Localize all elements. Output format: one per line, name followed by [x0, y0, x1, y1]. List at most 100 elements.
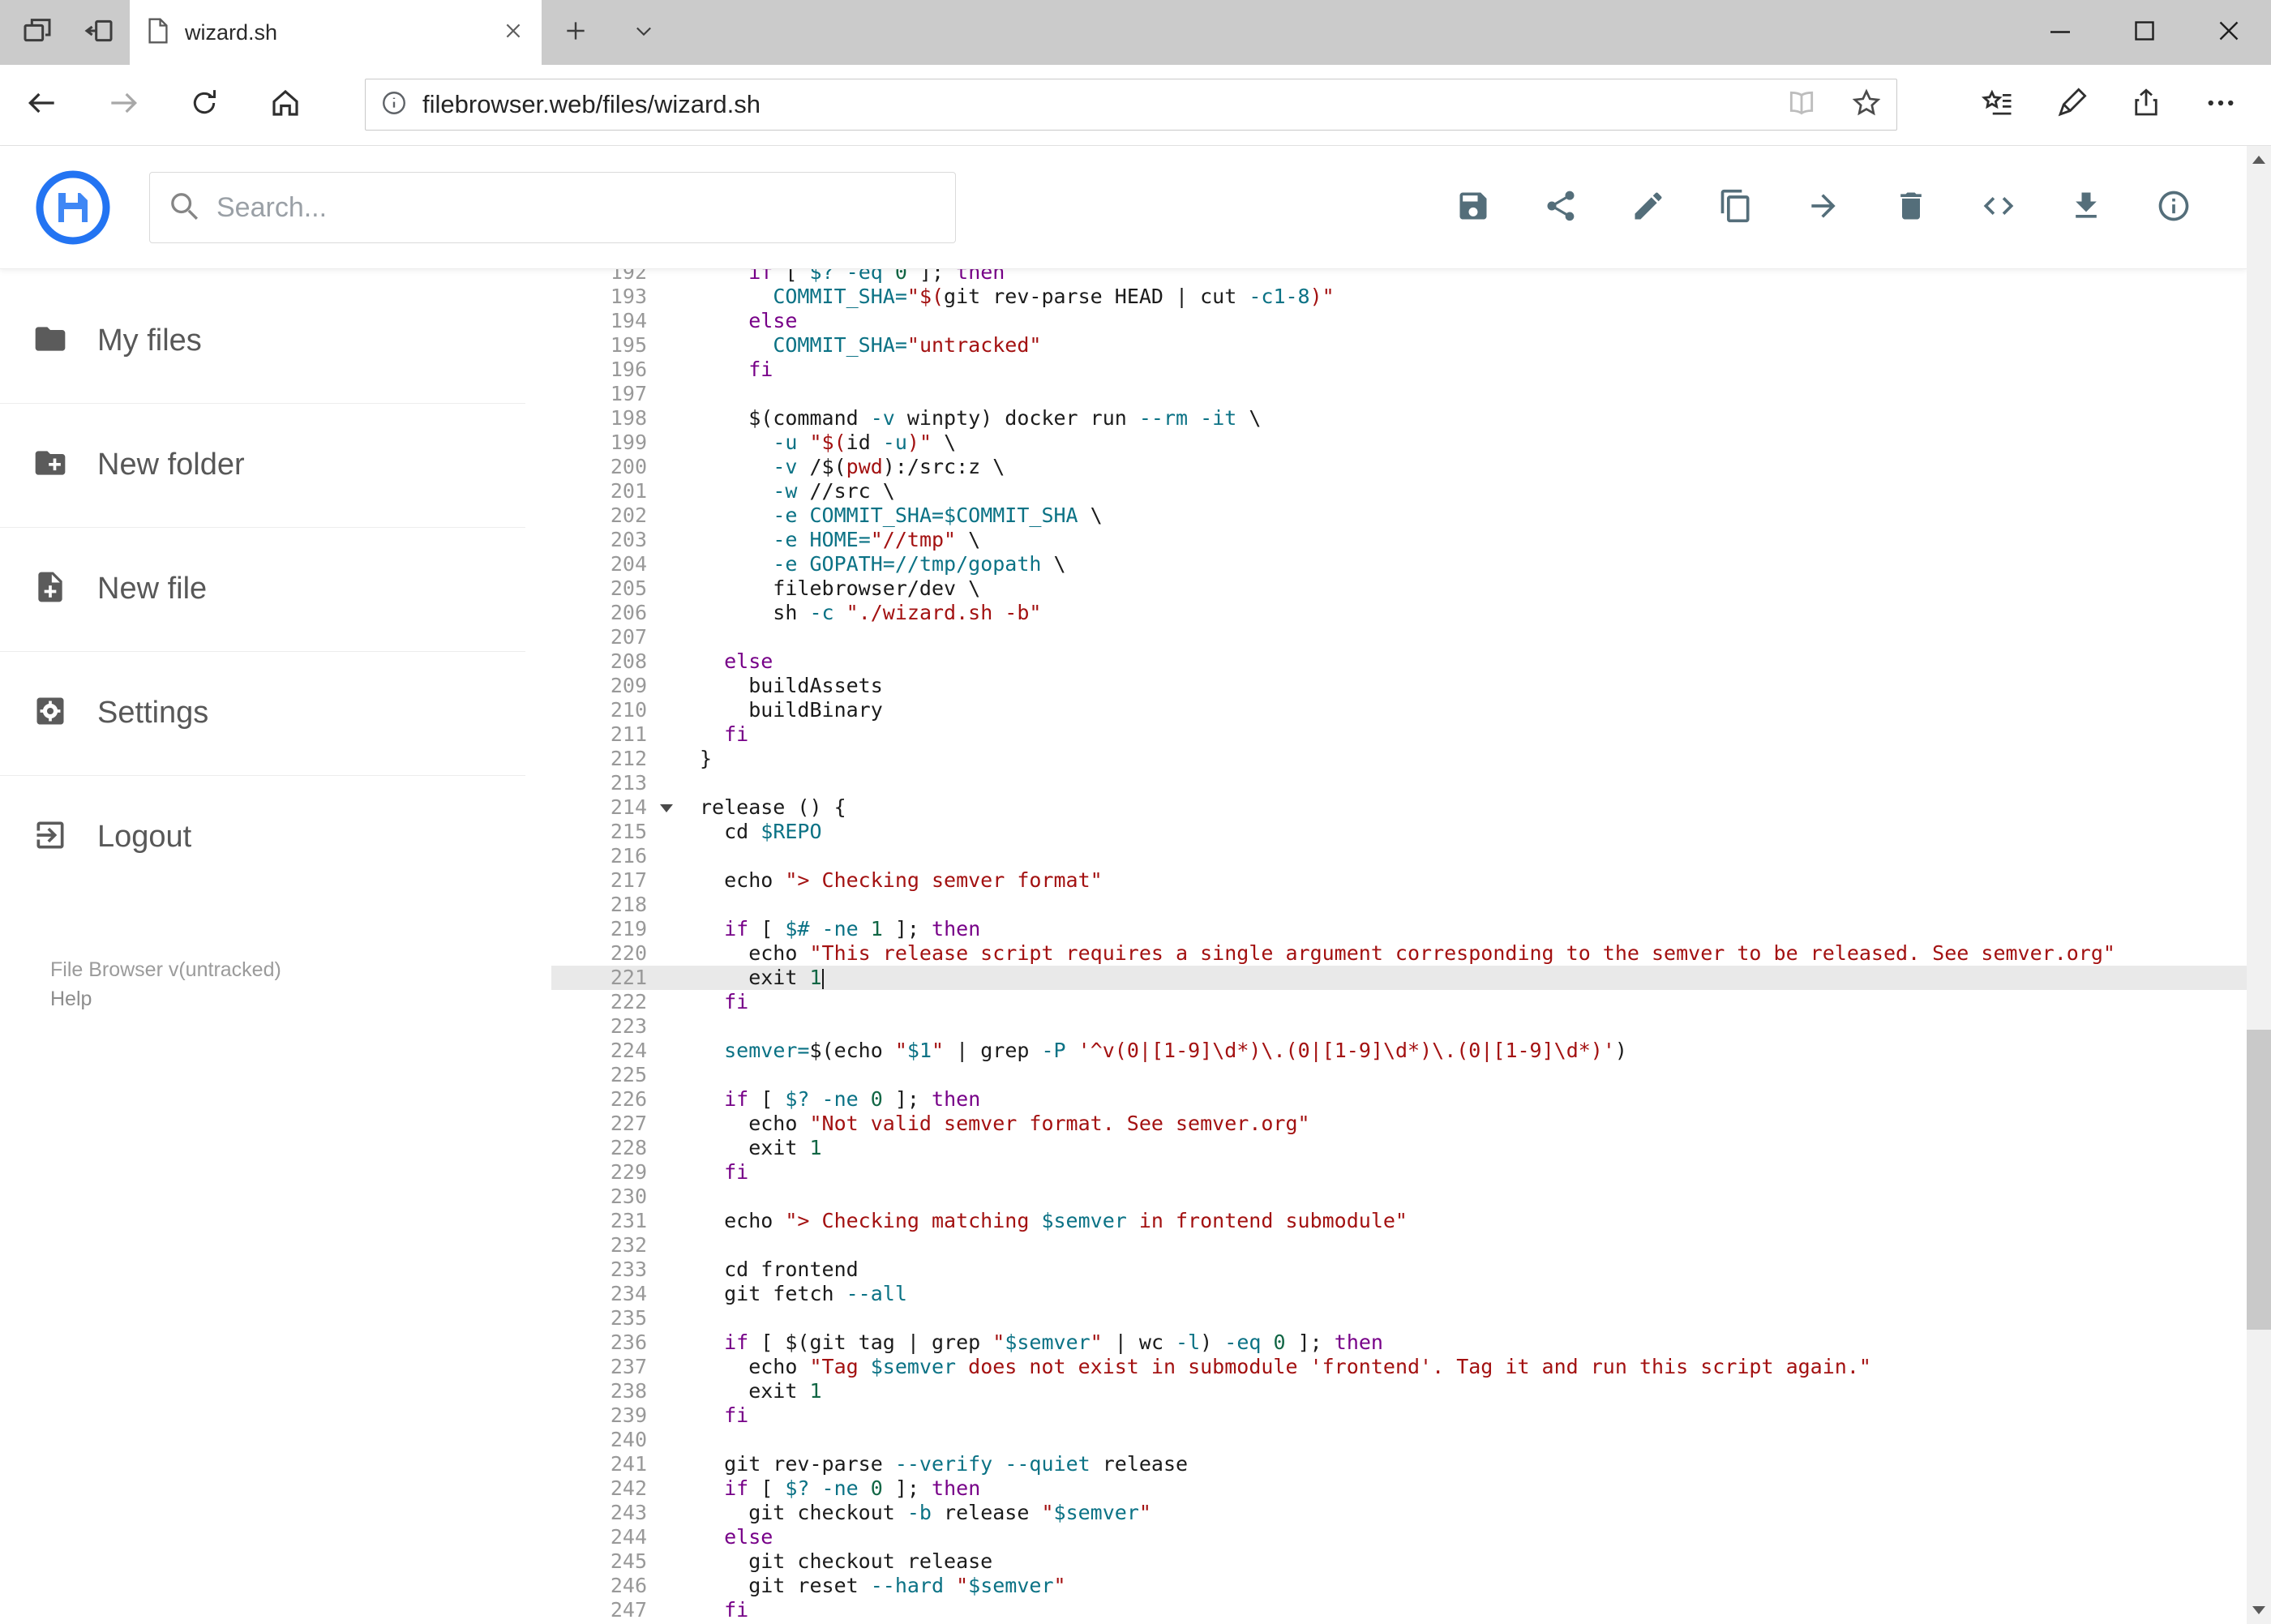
tab-list-chevron-button[interactable]	[610, 0, 678, 65]
favorite-star-icon[interactable]	[1851, 88, 1882, 122]
set-tabs-aside-button[interactable]	[68, 0, 130, 65]
refresh-button[interactable]	[170, 65, 238, 145]
back-button[interactable]	[8, 65, 76, 145]
code-line[interactable]: 227 echo "Not valid semver format. See s…	[551, 1112, 2247, 1136]
home-button[interactable]	[251, 65, 319, 145]
code-line[interactable]: 232	[551, 1233, 2247, 1258]
move-button[interactable]	[1794, 178, 1853, 237]
hub-button[interactable]	[1960, 65, 2034, 145]
code-line[interactable]: 237 echo "Tag $semver does not exist in …	[551, 1355, 2247, 1379]
code-line[interactable]: 205 filebrowser/dev \	[551, 576, 2247, 601]
code-line[interactable]: 220 echo "This release script requires a…	[551, 941, 2247, 966]
sidebar-item-new-file[interactable]: New file	[32, 551, 519, 626]
tab-wizard-sh[interactable]: wizard.sh	[130, 0, 542, 65]
sidebar-item-new-folder[interactable]: New folder	[32, 427, 519, 502]
copy-button[interactable]	[1707, 178, 1765, 237]
forward-button[interactable]	[89, 65, 157, 145]
tab-preview-button[interactable]	[6, 0, 68, 65]
code-line[interactable]: 192 if [ $? -eq 0 ]; then	[551, 269, 2247, 285]
code-line[interactable]: 222 fi	[551, 990, 2247, 1014]
code-line[interactable]: 217 echo "> Checking semver format"	[551, 868, 2247, 893]
code-line[interactable]: 197	[551, 382, 2247, 406]
code-line[interactable]: 213	[551, 771, 2247, 795]
sidebar-item-settings[interactable]: Settings	[32, 675, 519, 750]
tab-close-icon[interactable]	[503, 20, 524, 45]
code-line[interactable]: 204 -e GOPATH=//tmp/gopath \	[551, 552, 2247, 576]
code-line[interactable]: 212}	[551, 747, 2247, 771]
code-line[interactable]: 214 release () {	[551, 795, 2247, 820]
code-line[interactable]: 216	[551, 844, 2247, 868]
code-line[interactable]: 241 git rev-parse --verify --quiet relea…	[551, 1452, 2247, 1476]
code-line[interactable]: 231 echo "> Checking matching $semver in…	[551, 1209, 2247, 1233]
code-line[interactable]: 225	[551, 1063, 2247, 1087]
more-button[interactable]	[2183, 65, 2258, 145]
info-button[interactable]	[2145, 178, 2203, 237]
code-line[interactable]: 235	[551, 1306, 2247, 1330]
code-line[interactable]: 209 buildAssets	[551, 674, 2247, 698]
code-line[interactable]: 247 fi	[551, 1598, 2247, 1622]
code-line[interactable]: 215 cd $REPO	[551, 820, 2247, 844]
close-button[interactable]	[2187, 0, 2271, 65]
help-link[interactable]: Help	[50, 984, 281, 1013]
code-line[interactable]: 229 fi	[551, 1160, 2247, 1185]
code-line[interactable]: 207	[551, 625, 2247, 649]
new-tab-button[interactable]	[542, 0, 610, 65]
code-line[interactable]: 195 COMMIT_SHA="untracked"	[551, 333, 2247, 358]
code-line[interactable]: 198 $(command -v winpty) docker run --rm…	[551, 406, 2247, 431]
code-line[interactable]: 210 buildBinary	[551, 698, 2247, 722]
delete-button[interactable]	[1882, 178, 1940, 237]
scrollbar-thumb[interactable]	[2247, 1030, 2271, 1330]
maximize-button[interactable]	[2102, 0, 2187, 65]
vertical-scrollbar[interactable]	[2247, 146, 2271, 1624]
scroll-up-button[interactable]	[2247, 146, 2271, 174]
code-line[interactable]: 238 exit 1	[551, 1379, 2247, 1403]
site-info-icon[interactable]	[380, 89, 408, 121]
code-line[interactable]: 233 cd frontend	[551, 1258, 2247, 1282]
code-line[interactable]: 199 -u "$(id -u)" \	[551, 431, 2247, 455]
save-button[interactable]	[1444, 178, 1502, 237]
code-line[interactable]: 201 -w //src \	[551, 479, 2247, 503]
code-line[interactable]: 245 git checkout release	[551, 1549, 2247, 1574]
code-line[interactable]: 240	[551, 1428, 2247, 1452]
code-line[interactable]: 194 else	[551, 309, 2247, 333]
code-line[interactable]: 243 git checkout -b release "$semver"	[551, 1501, 2247, 1525]
code-line[interactable]: 226 if [ $? -ne 0 ]; then	[551, 1087, 2247, 1112]
code-line[interactable]: 208 else	[551, 649, 2247, 674]
code-line[interactable]: 200 -v /$(pwd):/src:z \	[551, 455, 2247, 479]
code-line[interactable]: 218	[551, 893, 2247, 917]
code-line[interactable]: 221 exit 1	[551, 966, 2247, 990]
code-line[interactable]: 211 fi	[551, 722, 2247, 747]
minimize-button[interactable]	[2018, 0, 2102, 65]
code-line[interactable]: 230	[551, 1185, 2247, 1209]
fold-marker-icon[interactable]	[660, 804, 673, 812]
share-button[interactable]	[2109, 65, 2183, 145]
code-line[interactable]: 246 git reset --hard "$semver"	[551, 1574, 2247, 1598]
download-button[interactable]	[2057, 178, 2115, 237]
code-line[interactable]: 224 semver=$(echo "$1" | grep -P '^v(0|[…	[551, 1039, 2247, 1063]
code-line[interactable]: 244 else	[551, 1525, 2247, 1549]
code-line[interactable]: 228 exit 1	[551, 1136, 2247, 1160]
code-line[interactable]: 202 -e COMMIT_SHA=$COMMIT_SHA \	[551, 503, 2247, 528]
sidebar-item-logout[interactable]: Logout	[32, 799, 519, 874]
code-line[interactable]: 236 if [ $(git tag | grep "$semver" | wc…	[551, 1330, 2247, 1355]
filebrowser-logo[interactable]	[34, 169, 112, 246]
sidebar-item-my-files[interactable]: My files	[32, 303, 519, 378]
code-line[interactable]: 219 if [ $# -ne 1 ]; then	[551, 917, 2247, 941]
rename-button[interactable]	[1619, 178, 1678, 237]
code-line[interactable]: 239 fi	[551, 1403, 2247, 1428]
web-note-button[interactable]	[2034, 65, 2109, 145]
scroll-down-button[interactable]	[2247, 1596, 2271, 1624]
code-line[interactable]: 223	[551, 1014, 2247, 1039]
code-line[interactable]: 196 fi	[551, 358, 2247, 382]
code-line[interactable]: 193 COMMIT_SHA="$(git rev-parse HEAD | c…	[551, 285, 2247, 309]
code-line[interactable]: 242 if [ $? -ne 0 ]; then	[551, 1476, 2247, 1501]
code-line[interactable]: 206 sh -c "./wizard.sh -b"	[551, 601, 2247, 625]
reading-view-icon[interactable]	[1786, 88, 1817, 122]
code-line[interactable]: 234 git fetch --all	[551, 1282, 2247, 1306]
search-input[interactable]	[216, 191, 937, 224]
url-field[interactable]: filebrowser.web/files/wizard.sh	[365, 79, 1897, 131]
code-editor[interactable]: 192 if [ $? -eq 0 ]; then 193 COMMIT_SHA=…	[551, 269, 2247, 1624]
code-line[interactable]: 203 -e HOME="//tmp" \	[551, 528, 2247, 552]
code-view-button[interactable]	[1969, 178, 2028, 237]
share-file-button[interactable]	[1532, 178, 1590, 237]
